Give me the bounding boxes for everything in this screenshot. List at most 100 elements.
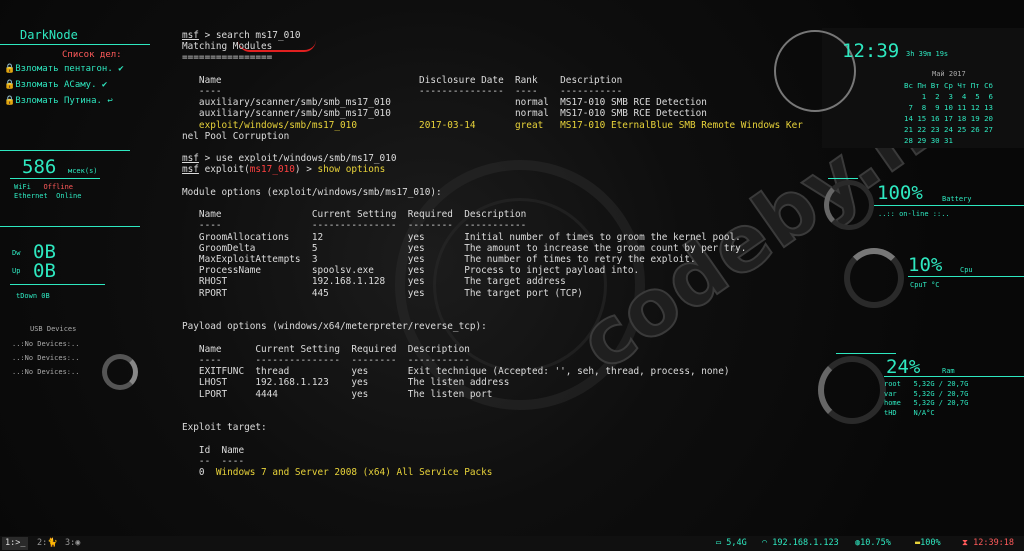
table-row-wrap: nel Pool Corruption	[182, 130, 290, 142]
hourglass-icon: ⧗	[962, 538, 968, 548]
workspace-3[interactable]: 3:◉	[62, 537, 83, 550]
wifi-status: Offline	[43, 183, 74, 191]
lock-icon: 🔒	[4, 96, 16, 106]
command-line: show options	[317, 164, 386, 176]
prompt-text: exploit(	[198, 164, 250, 176]
table-row: GroomDelta 5 yes The amount to increase …	[182, 242, 747, 254]
ethernet-status: Online	[56, 192, 82, 200]
table-row: auxiliary/scanner/smb/smb_ms17_010 norma…	[182, 97, 707, 109]
usb-item: ..:No Devices:..	[12, 368, 80, 376]
battery-ring-gauge	[824, 180, 874, 230]
net-unit: мсек(s)	[68, 167, 98, 175]
uptime: 3h 39m 19s	[906, 50, 949, 58]
ram-label: Ram	[942, 367, 955, 375]
wifi-icon: ◠	[762, 538, 768, 548]
cpu-ring-gauge	[844, 248, 904, 308]
clock-box: 12:39 3h 39m 19s Май 2017 Вс Пн Вт Ср Чт…	[774, 28, 1024, 148]
cat-icon: 🐈	[47, 538, 58, 548]
table-row: ProcessName spoolsv.exe yes Process to i…	[182, 265, 640, 277]
msf-prompt: msf	[182, 164, 199, 176]
todo-item: 🔒Взломать Путина. ↩	[4, 96, 113, 106]
section-heading: Payload options (windows/x64/meterpreter…	[182, 321, 487, 333]
table-row: MaxExploitAttempts 3 yes The number of t…	[182, 254, 696, 266]
usb-item: ..:No Devices:..	[12, 340, 80, 348]
clock-indicator: ⧗ 12:39:18	[962, 538, 1015, 548]
workspace-2[interactable]: 2:🐈	[34, 537, 61, 550]
usb-item: ..:No Devices:..	[12, 354, 80, 362]
battery-status: ..:: on-line ::..	[878, 210, 950, 218]
table-row: RHOST 192.168.1.128 yes The target addre…	[182, 276, 566, 288]
divider	[874, 205, 1024, 206]
divider	[884, 376, 1024, 377]
divider	[828, 178, 858, 179]
divider	[908, 276, 1024, 277]
table-header: Name Current Setting Required Descriptio…	[182, 209, 527, 221]
cpu-label: Cpu	[960, 266, 973, 274]
separator: ---- --------------- ---- -----------	[182, 86, 623, 98]
panel-title: DarkNode	[20, 28, 78, 42]
table-row: LHOST 192.168.1.123 yes The listen addre…	[182, 377, 510, 389]
usb-ring-gauge	[102, 354, 138, 390]
clock: 12:39	[842, 40, 900, 62]
network-indicator: ◠ 192.168.1.123	[762, 538, 839, 548]
workspace-1[interactable]: 1:>_	[2, 537, 29, 550]
disk-usage: root 5,32G / 20,7G var 5,32G / 20,7G hom…	[884, 380, 969, 417]
lock-icon: 🔒	[4, 64, 16, 74]
table-row: RPORT 445 yes The target port (TCP)	[182, 287, 583, 299]
status-bar: 1:>_ 2:🐈 3:◉ ▭ 5,4G ◠ 192.168.1.123 ◍10.…	[0, 536, 1024, 551]
firefox-icon: ◉	[75, 538, 81, 548]
check-icon: ✔	[118, 64, 124, 74]
up-value: 0B	[33, 260, 56, 282]
separator: -- ----	[182, 455, 245, 467]
divider	[10, 284, 105, 285]
left-conky-panel: DarkNode Список дел: 🔒Взломать пентагон.…	[0, 28, 160, 528]
section-heading: Exploit target:	[182, 422, 267, 434]
separator: ================	[182, 52, 273, 64]
cpu-value: 10%	[908, 254, 943, 276]
prompt-text: ) >	[294, 164, 318, 176]
usb-heading: USB Devices	[30, 325, 77, 333]
divider	[10, 178, 100, 179]
divider	[836, 353, 896, 354]
msf-prompt: msf	[182, 30, 199, 41]
table-row: GroomAllocations 12 yes Initial number o…	[182, 231, 741, 243]
table-row: EXITFUNC thread yes Exit technique (Acce…	[182, 366, 730, 378]
monitor-icon: ▭	[716, 538, 722, 548]
battery-indicator: ▬100%	[915, 538, 941, 548]
wifi-label: WiFi	[14, 183, 31, 191]
table-row: LPORT 4444 yes The listen port	[182, 388, 493, 400]
section-heading: Module options (exploit/windows/smb/ms17…	[182, 186, 442, 198]
divider	[0, 150, 130, 151]
calendar-month: Май 2017	[932, 70, 966, 78]
todo-heading: Список дел:	[62, 50, 122, 60]
table-row: auxiliary/scanner/smb/smb_ms17_010 norma…	[182, 108, 707, 120]
battery-value: 100%	[877, 182, 923, 204]
total-down: tDown 0B	[16, 292, 50, 300]
module-name: ms17_010	[249, 164, 295, 176]
table-header: Id Name	[182, 444, 245, 456]
calendar: Вс Пн Вт Ср Чт Пт Сб 1 2 3 4 5 6 7 8 9 1…	[904, 81, 993, 145]
command-line: > use exploit/windows/smb/ms17_010	[198, 153, 397, 165]
divider	[0, 226, 140, 227]
separator: ---- --------------- -------- ----------…	[182, 354, 470, 366]
down-label: Dw	[12, 249, 21, 257]
ram-value: 24%	[886, 356, 921, 378]
table-row-highlighted: exploit/windows/smb/ms17_010 2017-03-14 …	[182, 119, 803, 131]
cpu-temp: CpuT °C	[910, 281, 940, 289]
ethernet-label: Ethernet	[14, 192, 48, 200]
disk-indicator: ▭ 5,4G	[716, 538, 747, 548]
net-count: 586	[22, 156, 57, 178]
right-conky-panel: 12:39 3h 39m 19s Май 2017 Вс Пн Вт Ср Чт…	[774, 28, 1024, 528]
separator: ---- --------------- -------- ----------…	[182, 220, 527, 232]
reply-icon: ↩	[107, 96, 113, 106]
cpu-indicator: ◍10.75%	[855, 538, 891, 548]
todo-item: 🔒Взломать АСаму. ✔	[4, 80, 108, 90]
lock-icon: 🔒	[4, 80, 16, 90]
battery-label: Battery	[942, 195, 972, 203]
todo-item: 🔒Взломать пентагон. ✔	[4, 64, 124, 74]
check-icon: ✔	[101, 80, 108, 90]
msf-terminal[interactable]: msf > search ms17_010 Matching Modules =…	[182, 30, 822, 478]
table-header: Name Disclosure Date Rank Description	[182, 74, 623, 86]
command-line: > search ms17_010	[198, 30, 301, 41]
divider	[0, 44, 150, 45]
